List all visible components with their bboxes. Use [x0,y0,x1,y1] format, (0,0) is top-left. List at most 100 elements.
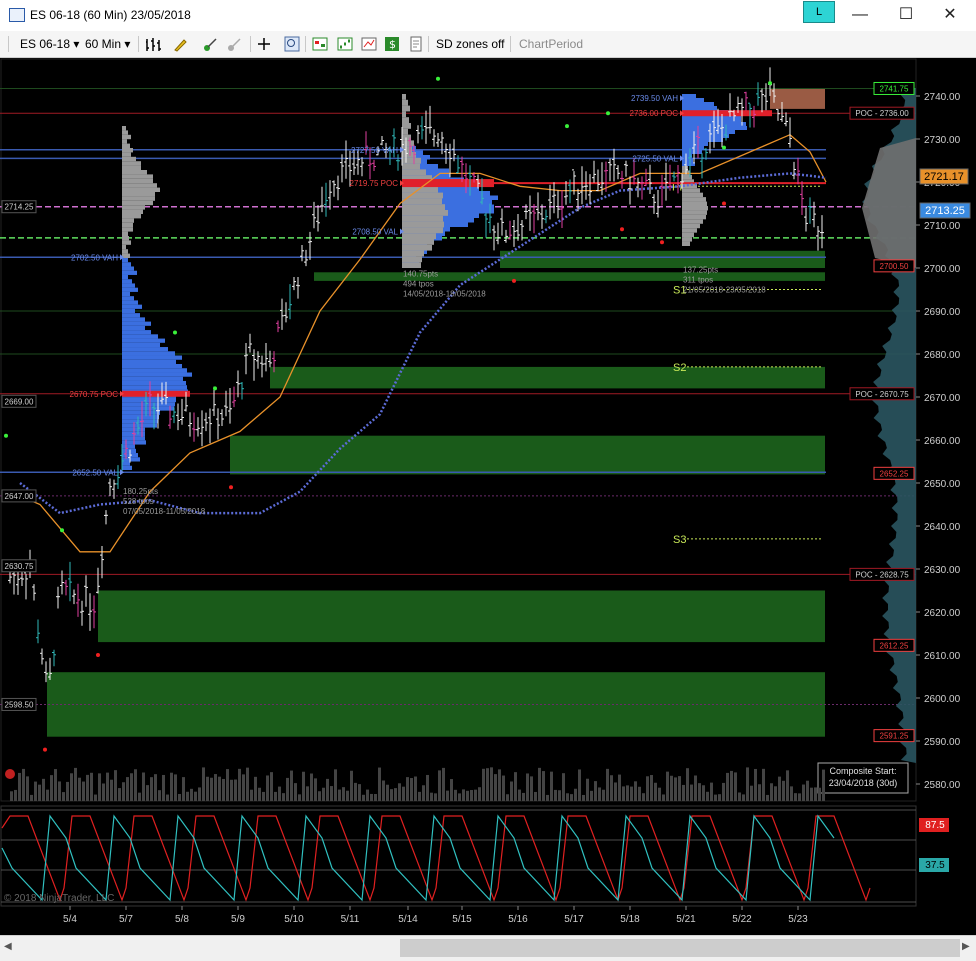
profile-level-label: 2727.50 VAH [351,146,398,155]
profile-bar [122,448,136,454]
chart-period-button[interactable]: ChartPeriod [519,35,583,53]
price-chart[interactable]: S1S2S3PP2740.002730.002720.002710.002700… [0,58,976,935]
crosshair-icon[interactable] [256,36,278,52]
volume-bar [254,776,257,801]
dollar-icon[interactable]: $ [384,36,400,52]
profile-bar [122,258,128,263]
price-axis-label: 2680.00 [924,350,961,361]
volume-bar [790,786,793,801]
volume-bar [426,774,429,801]
chart-properties-icon[interactable] [337,36,353,52]
drawing-tool-icon[interactable] [172,36,196,52]
profile-bar [402,128,408,135]
left-level-tag: 2598.50 [5,700,34,709]
volume-bar [818,787,821,801]
volume-bar [178,793,181,801]
link-button[interactable]: L [803,1,835,23]
volume-bar [270,772,273,801]
volume-bar [218,776,221,801]
supply-demand-zone [500,250,825,268]
swing-low-dot [512,278,516,283]
volume-bar [382,780,385,801]
profile-bar [122,347,168,352]
profile-bar [122,183,157,188]
scroll-left-icon[interactable]: ◀ [4,941,12,952]
profile-bar [122,465,132,470]
profile-bar [122,368,187,373]
volume-bar [502,775,505,801]
volume-bar [102,783,105,801]
volume-bar [570,794,573,801]
volume-bar [434,793,437,801]
bar-type-icon[interactable] [144,36,168,52]
profile-bar [122,134,131,140]
strategy-icon[interactable] [226,36,246,52]
minimize-button[interactable]: — [840,4,880,26]
sd-zones-button[interactable]: SD zones off [436,35,504,53]
profile-bar [122,380,186,386]
maximize-button[interactable]: ☐ [886,4,926,26]
volume-bar [34,781,37,801]
red-level-tag: 2591.25 [880,732,909,741]
oscillator-line-cyan [1,814,835,902]
volume-bar [802,784,805,801]
horizontal-scrollbar[interactable]: ◀ ▶ [0,935,976,961]
copyright-label: © 2018 NinjaTrader, LLC [4,893,114,904]
volume-bar [746,767,749,801]
close-button[interactable]: ✕ [930,4,970,26]
volume-bar [462,789,465,801]
volume-bar [162,774,165,801]
profile-bar [122,139,127,144]
volume-bar [374,794,377,801]
volume-bar [358,784,361,801]
svg-text:$: $ [389,38,396,51]
volume-bar [70,773,73,801]
snapshot-icon[interactable] [408,36,424,52]
volume-bar [494,774,497,801]
profile-bar [122,457,140,462]
profile-bar [402,169,426,176]
zoom-icon[interactable] [284,36,300,52]
scroll-right-icon[interactable]: ▶ [962,941,970,952]
volume-bar [42,778,45,801]
ninja-logo-icon [5,769,15,779]
volume-bar [490,767,493,801]
volume-bar [210,777,213,801]
profile-bar [122,402,175,407]
profile-stats-label: 137.25pts [683,265,718,274]
profile-bar [122,218,134,223]
chart-toolbar: ES 06-18 ▾ 60 Min ▾ $ SD zones off Chart… [0,31,976,58]
indicator-icon[interactable] [202,36,222,52]
volume-bar [642,793,645,801]
profile-bar [122,334,158,339]
volume-bar [318,791,321,801]
data-box-icon[interactable] [312,36,328,52]
volume-bar [186,791,189,801]
volume-bar [738,792,741,801]
profile-bar [122,274,128,280]
scrollbar-thumb[interactable] [400,939,960,957]
interval-selector[interactable]: 60 Min ▾ [85,35,130,53]
swing-high-dot [60,528,64,533]
volume-bar [62,792,65,801]
profile-bar [682,228,697,233]
profile-level-label: 2736.00 POC [630,109,679,118]
profile-bar [122,355,182,360]
volume-bar [418,791,421,801]
volume-bar [26,776,29,801]
chart-trader-icon[interactable] [361,36,377,52]
volume-bar [430,792,433,801]
volume-bar [750,785,753,801]
profile-bar [122,222,133,228]
volume-bar [182,777,185,801]
profile-bar [122,236,129,241]
instrument-selector[interactable]: ES 06-18 ▾ [20,35,79,53]
profile-bar [682,106,717,110]
swing-high-dot [436,76,440,81]
volume-bar [650,775,653,801]
volume-bar [522,792,525,801]
profile-bar [682,188,700,193]
volume-bar [466,790,469,801]
volume-bar [86,774,89,801]
volume-bar [678,776,681,801]
